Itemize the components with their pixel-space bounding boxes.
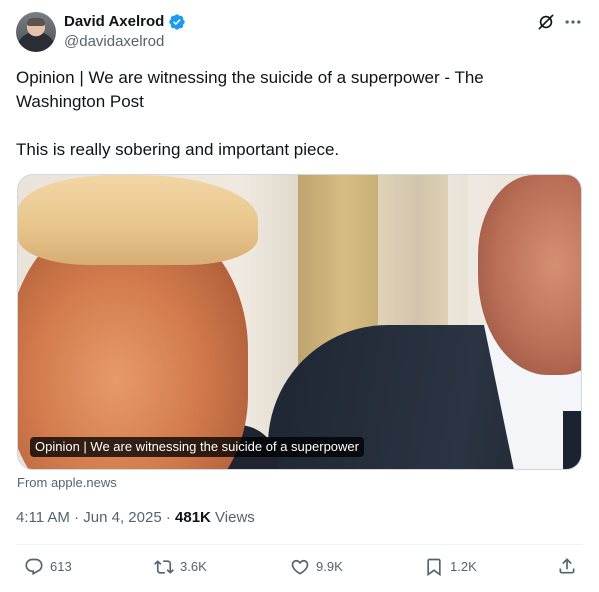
like-count: 9.9K: [316, 559, 343, 574]
like-icon: [290, 557, 310, 577]
views-count: 481K: [175, 509, 211, 526]
tweet: David Axelrod @davidaxelrod Opinion | We…: [0, 0, 599, 592]
repost-count: 3.6K: [180, 559, 207, 574]
repost-icon: [154, 557, 174, 577]
meta-separator: ·: [165, 509, 171, 526]
tweet-meta: 4:11 AM · Jun 4, 2025 · 481K Views: [16, 508, 255, 528]
tweet-text-line-2: This is really sobering and important pi…: [16, 140, 340, 159]
author-handle[interactable]: @davidaxelrod: [64, 33, 164, 51]
reply-count: 613: [50, 559, 72, 574]
card-title[interactable]: Opinion | We are witnessing the suicide …: [30, 437, 364, 457]
share-button[interactable]: [557, 556, 577, 576]
repost-button[interactable]: 3.6K: [154, 556, 207, 578]
reply-icon: [24, 557, 44, 577]
tweet-text-spacer: [16, 114, 576, 138]
author-name-row: David Axelrod: [64, 13, 186, 31]
avatar[interactable]: [16, 12, 56, 52]
more-icon[interactable]: [563, 12, 583, 32]
avatar-hair: [27, 18, 45, 26]
divider: [16, 544, 583, 545]
share-icon: [557, 556, 577, 576]
verified-badge-icon[interactable]: [168, 13, 186, 31]
grok-icon[interactable]: [536, 12, 556, 32]
meta-separator: ·: [74, 509, 80, 526]
tweet-time[interactable]: 4:11 AM: [16, 509, 70, 526]
link-card[interactable]: Opinion | We are witnessing the suicide …: [17, 174, 582, 470]
views-label: Views: [215, 509, 255, 526]
like-button[interactable]: 9.9K: [290, 556, 343, 578]
card-image-tie-right: [563, 411, 581, 469]
tweet-text-line-1: Opinion | We are witnessing the suicide …: [16, 68, 484, 111]
action-bar: 613 3.6K 9.9K 1.2K: [0, 556, 599, 578]
bookmark-count: 1.2K: [450, 559, 477, 574]
card-source[interactable]: From apple.news: [17, 475, 117, 491]
reply-button[interactable]: 613: [24, 556, 72, 578]
bookmark-icon: [424, 557, 444, 577]
tweet-text: Opinion | We are witnessing the suicide …: [16, 66, 576, 162]
card-image-hair-left: [18, 175, 258, 265]
bookmark-button[interactable]: 1.2K: [424, 556, 477, 578]
tweet-date[interactable]: Jun 4, 2025: [83, 509, 161, 526]
author-display-name[interactable]: David Axelrod: [64, 13, 164, 31]
